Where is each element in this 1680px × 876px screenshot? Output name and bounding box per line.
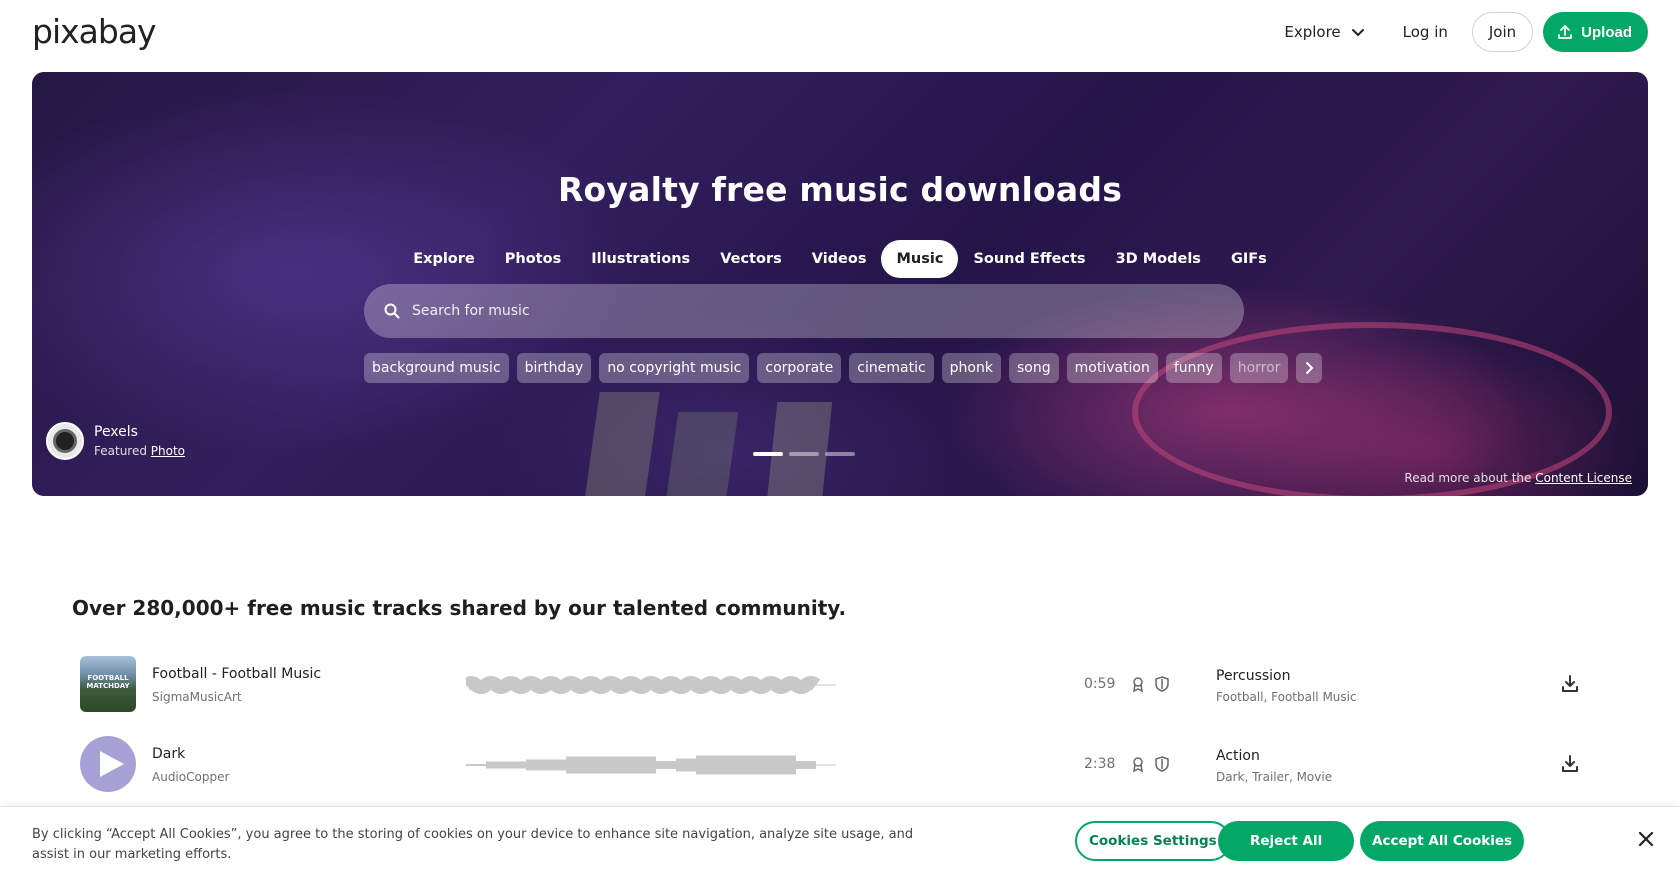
login-link[interactable]: Log in [1389, 12, 1462, 52]
join-button[interactable]: Join [1471, 12, 1534, 52]
suggestion-chip[interactable]: funny [1165, 353, 1222, 383]
explore-label: Explore [1284, 23, 1341, 41]
waveform-icon[interactable] [466, 672, 836, 698]
section-heading: Over 280,000+ free music tracks shared b… [72, 596, 847, 620]
suggestion-chip[interactable]: corporate [757, 353, 842, 383]
slide-dot[interactable] [825, 452, 855, 456]
suggestion-chip[interactable]: horror [1229, 353, 1289, 383]
track-cover[interactable] [80, 736, 136, 792]
upload-icon [1558, 25, 1573, 39]
page: pixabay Explore Log in Join Upload Royal… [0, 0, 1680, 876]
content-id-icon[interactable] [1130, 676, 1146, 692]
hero-banner: Royalty free music downloads Explore Phot… [32, 72, 1648, 496]
media-type-tabs: Explore Photos Illustrations Vectors Videos M… [32, 240, 1648, 278]
tab-music[interactable]: Music [881, 240, 959, 278]
track-row[interactable]: FOOTBALL MATCHDAY Football - Football Mu… [72, 650, 1608, 720]
explore-menu[interactable]: Explore [1270, 12, 1378, 52]
slide-dot[interactable] [789, 452, 819, 456]
search-icon [384, 303, 400, 319]
track-cover[interactable]: FOOTBALL MATCHDAY [80, 656, 136, 712]
tab-videos[interactable]: Videos [797, 240, 882, 278]
suggestion-chip[interactable]: background music [364, 353, 509, 383]
tab-gifs[interactable]: GIFs [1216, 240, 1282, 278]
track-artist[interactable]: SigmaMusicArt [152, 690, 242, 704]
track-row[interactable]: Dark AudioCopper 2:38 Action Dark, Trail… [72, 730, 1608, 800]
download-icon[interactable] [1560, 674, 1580, 694]
featured-photo-link[interactable]: Photo [151, 444, 185, 458]
track-tags[interactable]: Dark, Trailer, Movie [1216, 770, 1332, 784]
close-icon[interactable] [1638, 831, 1654, 847]
chips-next-button[interactable] [1296, 353, 1323, 383]
accept-all-cookies-button[interactable]: Accept All Cookies [1360, 821, 1525, 861]
slide-indicator [753, 452, 855, 456]
track-tags[interactable]: Football, Football Music [1216, 690, 1357, 704]
download-icon[interactable] [1560, 754, 1580, 774]
tab-explore[interactable]: Explore [398, 240, 490, 278]
suggestion-chip[interactable]: birthday [516, 353, 592, 383]
upload-label: Upload [1581, 23, 1632, 41]
suggestion-chip[interactable]: phonk [941, 353, 1001, 383]
slide-dot[interactable] [753, 452, 783, 456]
track-duration: 2:38 [1084, 756, 1116, 772]
pixabay-logo[interactable]: pixabay [32, 12, 157, 51]
track-genre[interactable]: Action [1216, 748, 1260, 764]
chevron-down-icon [1351, 29, 1364, 37]
cookies-settings-button[interactable]: Cookies Settings [1075, 821, 1231, 861]
license-prefix: Read more about the [1404, 471, 1532, 485]
play-icon [99, 751, 124, 777]
camera-lens-icon [53, 429, 77, 453]
search-input[interactable] [412, 303, 1172, 319]
search-bar[interactable] [364, 284, 1244, 338]
waveform-icon[interactable] [466, 752, 836, 778]
suggestion-chips: background music birthday no copyright mus… [364, 353, 1323, 383]
tab-illustrations[interactable]: Illustrations [576, 240, 705, 278]
suggestion-chip[interactable]: song [1008, 353, 1059, 383]
track-title[interactable]: Football - Football Music [152, 666, 321, 682]
suggestion-chip[interactable]: cinematic [849, 353, 934, 383]
credit-name[interactable]: Pexels [94, 424, 185, 440]
chevron-right-icon [1306, 362, 1314, 374]
license-note: Read more about the Content License [1404, 471, 1632, 485]
tab-sound-effects[interactable]: Sound Effects [958, 240, 1100, 278]
top-header: pixabay Explore Log in Join Upload [0, 0, 1680, 68]
header-nav: Explore Log in Join Upload [1270, 12, 1648, 52]
track-artist[interactable]: AudioCopper [152, 770, 229, 784]
shield-icon[interactable] [1154, 676, 1170, 692]
track-title[interactable]: Dark [152, 746, 185, 762]
cookie-text: By clicking “Accept All Cookies”, you ag… [32, 827, 914, 862]
track-genre[interactable]: Percussion [1216, 668, 1291, 684]
content-license-link[interactable]: Content License [1535, 471, 1632, 485]
suggestion-chip[interactable]: motivation [1066, 353, 1158, 383]
reject-all-button[interactable]: Reject All [1218, 821, 1355, 861]
photo-credit: Pexels Featured Photo [46, 422, 185, 460]
hero-title: Royalty free music downloads [557, 170, 1123, 209]
shield-icon[interactable] [1154, 756, 1170, 772]
credit-featured: Featured Photo [94, 444, 185, 458]
upload-button[interactable]: Upload [1543, 12, 1648, 52]
tab-3d-models[interactable]: 3D Models [1101, 240, 1216, 278]
cookie-banner: By clicking “Accept All Cookies”, you ag… [0, 806, 1680, 876]
content-id-icon[interactable] [1130, 756, 1146, 772]
tab-photos[interactable]: Photos [490, 240, 576, 278]
featured-prefix: Featured [94, 444, 147, 458]
avatar[interactable] [46, 422, 84, 460]
track-duration: 0:59 [1084, 676, 1116, 692]
suggestion-chip[interactable]: no copyright music [599, 353, 750, 383]
cover-text: FOOTBALL MATCHDAY [86, 674, 130, 690]
tab-vectors[interactable]: Vectors [705, 240, 797, 278]
